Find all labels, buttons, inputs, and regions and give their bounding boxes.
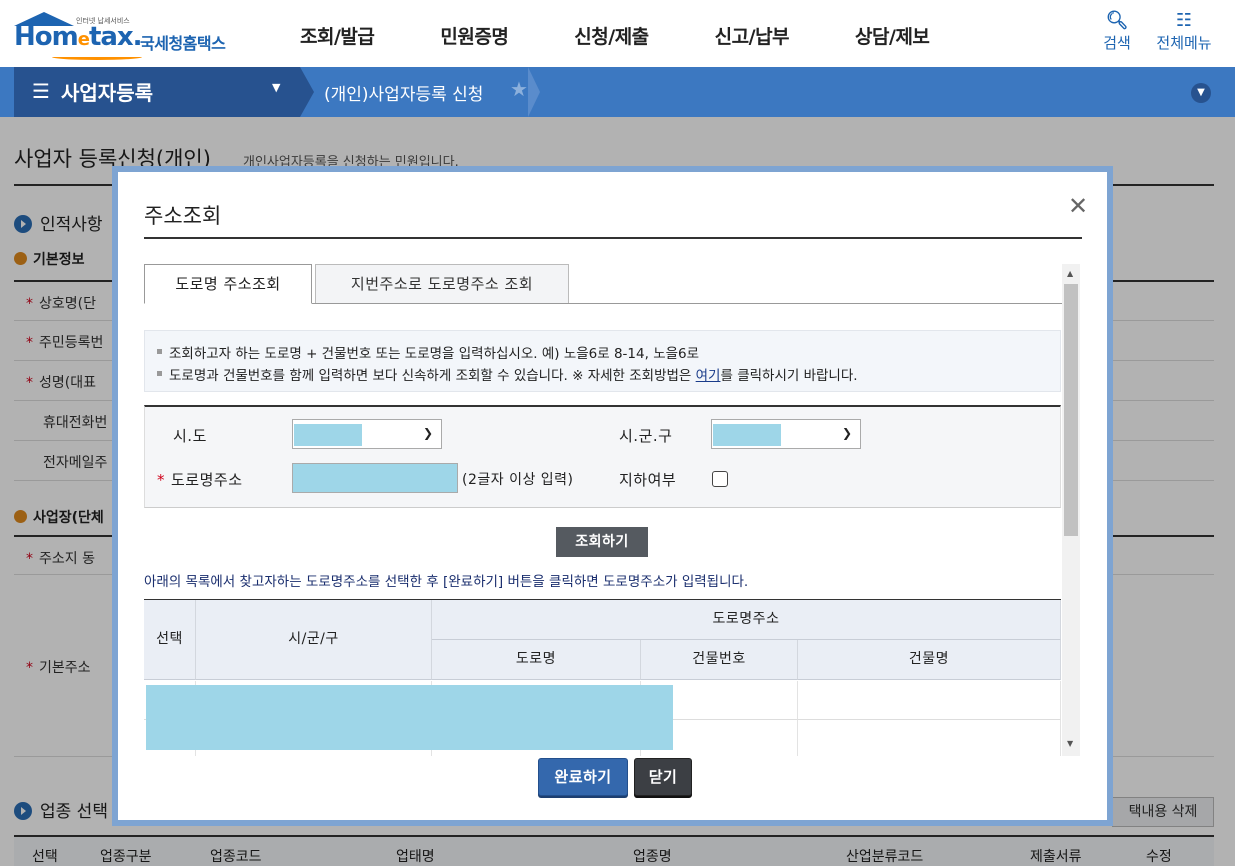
top-header: 인터넷 납세서비스 Hometax. 국세청홈택스 조회/발급 민원증명 신청/… <box>0 0 1235 67</box>
tab-lot-address[interactable]: 지번주소로 도로명주소 조회 <box>315 264 569 304</box>
info-box: 조회하고자 하는 도로명 + 건물번호 또는 도로명을 입력하십시오. 예) 노… <box>144 330 1061 392</box>
info-line: 도로명과 건물번호를 함께 입력하면 보다 신속하게 조회할 수 있습니다. ※… <box>157 364 858 384</box>
hamburger-icon: ☰ <box>32 79 50 103</box>
result-table: 선택 시/군/구 도로명주소 도로명 건물번호 건물명 <box>144 599 1061 756</box>
search-button[interactable]: 🔍︎ 검색 <box>1082 10 1152 53</box>
column-header-sigungu: 시/군/구 <box>196 600 432 680</box>
modal-scroll-area: 도로명 주소조회 지번주소로 도로명주소 조회 조회하고자 하는 도로명 + 건… <box>144 264 1082 756</box>
gnb-menu-filing[interactable]: 신고/납부 <box>715 0 790 67</box>
road-address-input[interactable] <box>292 463 458 493</box>
table-cell <box>798 681 1061 720</box>
current-menu-label: 사업자등록 <box>61 81 153 105</box>
all-menu-label: 전체메뉴 <box>1156 34 1212 52</box>
gnb-menu-inquiry[interactable]: 조회/발급 <box>300 0 375 67</box>
chevron-down-icon: ❯ <box>841 426 852 440</box>
current-menu-selector[interactable]: ☰ 사업자등록 ▼ <box>14 67 314 117</box>
logo-brand: Hometax. <box>14 22 143 52</box>
logo-swoosh <box>52 54 142 60</box>
caret-down-icon: ▼ <box>272 81 281 94</box>
close-icon[interactable]: ✕ <box>1068 194 1088 218</box>
hometax-logo[interactable]: 인터넷 납세서비스 Hometax. 국세청홈택스 <box>12 8 252 64</box>
sigungu-select[interactable]: ❯ <box>711 419 861 449</box>
gnb-menu-application[interactable]: 신청/제출 <box>574 0 649 67</box>
info-line: 조회하고자 하는 도로명 + 건물번호 또는 도로명을 입력하십시오. 예) 노… <box>156 342 699 362</box>
search-icon: 🔍︎ <box>1105 10 1129 31</box>
sido-select[interactable]: ❯ <box>292 419 442 449</box>
address-modal: 주소조회 ✕ 도로명 주소조회 지번주소로 도로명주소 조회 조회하고자 하는 … <box>118 172 1107 820</box>
column-header-road: 도로명 <box>432 640 641 680</box>
search-form: 시.도 ❯ 시.군.구 ❯ * 도로명주소 (2글자 이상 입력) 지하여부 <box>144 405 1061 508</box>
grid-icon: ☷ <box>1175 10 1193 31</box>
sigungu-label: 시.군.구 <box>619 427 673 445</box>
column-header-road-address: 도로명주소 <box>432 600 1061 640</box>
sigungu-select-value <box>713 424 781 446</box>
modal-title-rule <box>144 237 1082 239</box>
scroll-up-icon[interactable]: ▲ <box>1067 269 1073 278</box>
column-header-select: 선택 <box>144 600 196 680</box>
logo-korean-name: 국세청홈택스 <box>140 34 226 53</box>
help-link[interactable]: 여기 <box>696 368 721 384</box>
address-modal-frame: 주소조회 ✕ 도로명 주소조회 지번주소로 도로명주소 조회 조회하고자 하는 … <box>112 166 1113 826</box>
underground-checkbox[interactable] <box>712 471 728 487</box>
underground-label: 지하여부 <box>619 471 677 489</box>
column-header-building-name: 건물명 <box>798 640 1061 680</box>
search-label: 검색 <box>1103 34 1131 52</box>
road-address-hint: (2글자 이상 입력) <box>462 472 574 488</box>
expand-down-icon[interactable]: ▼ <box>1191 83 1211 103</box>
sido-label: 시.도 <box>173 427 207 445</box>
breadcrumb-current[interactable]: (개인)사업자등록 신청 <box>324 80 483 105</box>
modal-title: 주소조회 <box>144 204 222 228</box>
complete-button[interactable]: 완료하기 <box>538 758 628 796</box>
table-cell <box>798 720 1061 756</box>
tab-road-address[interactable]: 도로명 주소조회 <box>144 264 312 304</box>
close-button[interactable]: 닫기 <box>634 758 692 796</box>
scroll-down-icon[interactable]: ▼ <box>1067 739 1073 748</box>
chevron-down-icon: ❯ <box>422 426 433 440</box>
road-address-label: * 도로명주소 <box>157 471 243 489</box>
modal-scrollbar[interactable]: ▲ ▼ <box>1062 264 1080 756</box>
gnb-menu-certificate[interactable]: 민원증명 <box>440 0 508 67</box>
all-menu-button[interactable]: ☷ 전체메뉴 <box>1149 10 1219 53</box>
sido-select-value <box>294 424 362 446</box>
result-row-redacted[interactable] <box>146 685 673 750</box>
gnb-menu-consult[interactable]: 상담/제보 <box>855 0 930 67</box>
scrollbar-thumb[interactable] <box>1064 284 1078 536</box>
breadcrumb-separator <box>528 67 540 117</box>
global-nav: 조회/발급 민원증명 신청/제출 신고/납부 상담/제보 <box>300 0 995 67</box>
column-header-building-number: 건물번호 <box>641 640 798 680</box>
location-bar: ☰ 사업자등록 ▼ (개인)사업자등록 신청 ★ ▼ <box>0 67 1235 117</box>
search-button[interactable]: 조회하기 <box>556 527 648 557</box>
result-guide-note: 아래의 목록에서 찾고자하는 도로명주소를 선택한 후 [완료하기] 버튼을 클… <box>144 574 749 590</box>
favorite-star-icon[interactable]: ★ <box>510 77 528 101</box>
